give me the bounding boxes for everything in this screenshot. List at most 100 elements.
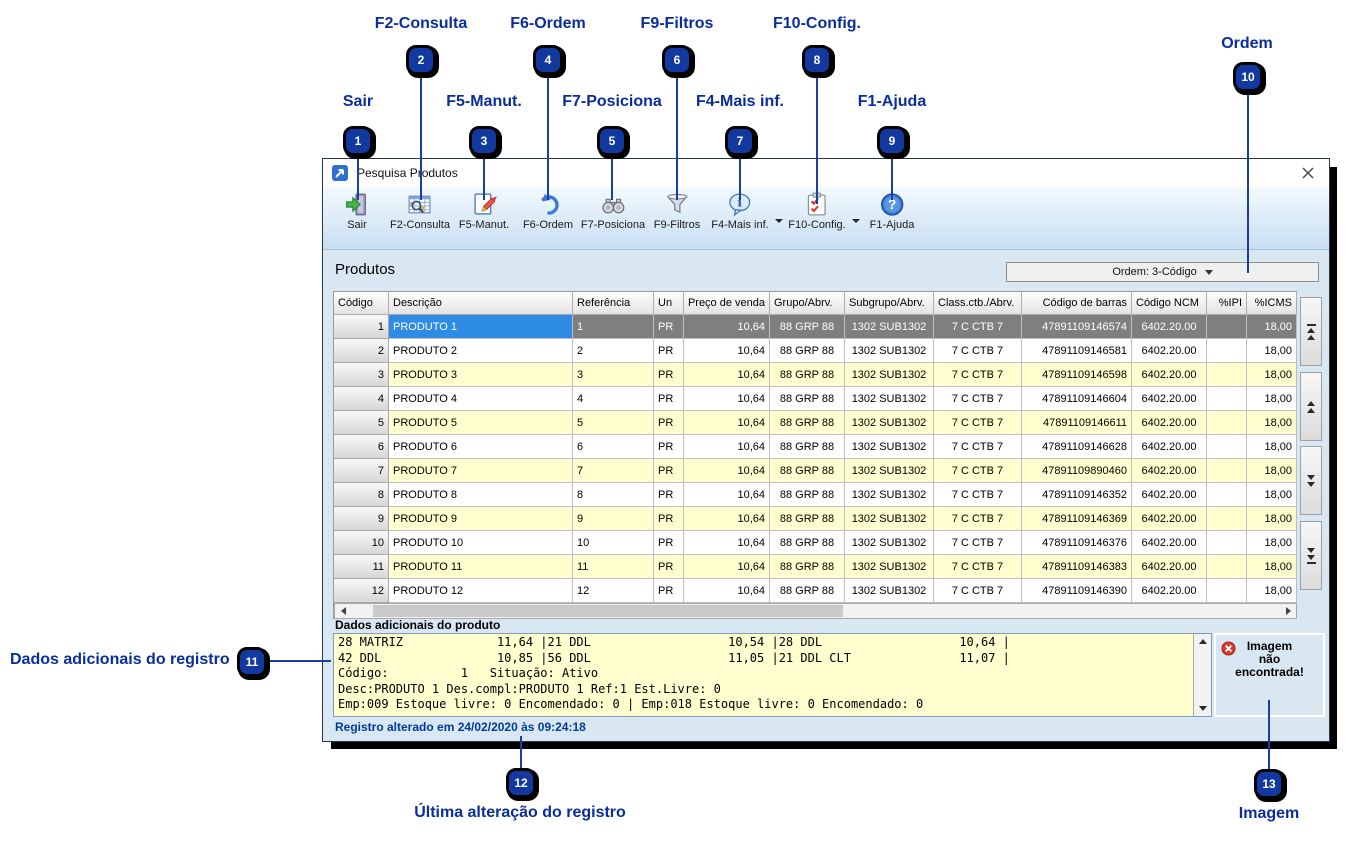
grid-cell[interactable]: 88 GRP 88 xyxy=(770,531,845,555)
grid-cell[interactable]: 1302 SUB1302 xyxy=(845,483,934,507)
row-selector-cell[interactable]: 7 xyxy=(334,459,389,483)
grid-cell[interactable]: 88 GRP 88 xyxy=(770,507,845,531)
grid-cell[interactable]: 47891109146598 xyxy=(1022,363,1132,387)
grid-cell[interactable]: 6 xyxy=(573,435,654,459)
column-header[interactable]: %IPI xyxy=(1207,292,1247,315)
grid-cell[interactable]: 10 xyxy=(573,531,654,555)
grid-cell[interactable]: 1302 SUB1302 xyxy=(845,387,934,411)
column-header[interactable]: Un xyxy=(654,292,684,315)
grid-cell[interactable]: 6402.20.00 xyxy=(1132,411,1207,435)
grid-cell[interactable]: PR xyxy=(654,507,684,531)
grid-cell[interactable]: 1302 SUB1302 xyxy=(845,411,934,435)
column-header[interactable]: Código de barras xyxy=(1022,292,1132,315)
grid-cell[interactable]: 2 xyxy=(573,339,654,363)
table-row[interactable]: 11 PRODUTO 11 11 PR 10,64 88 GRP 88 1302 SUB13… xyxy=(334,555,1297,579)
grid-cell[interactable]: 6402.20.00 xyxy=(1132,435,1207,459)
grid-cell[interactable]: PR xyxy=(654,339,684,363)
grid-cell[interactable]: 47891109146352 xyxy=(1022,483,1132,507)
scroll-down-icon[interactable] xyxy=(1194,701,1211,716)
grid-cell[interactable]: PRODUTO 3 xyxy=(389,363,573,387)
grid-cell[interactable]: 10,64 xyxy=(684,555,770,579)
grid-cell[interactable]: 6402.20.00 xyxy=(1132,459,1207,483)
grid-cell[interactable]: 7 C CTB 7 xyxy=(934,531,1022,555)
grid-cell[interactable]: 12 xyxy=(573,579,654,603)
scroll-right-icon[interactable] xyxy=(1280,604,1296,618)
grid-cell[interactable]: 18,00 xyxy=(1247,435,1297,459)
grid-cell[interactable]: 7 C CTB 7 xyxy=(934,459,1022,483)
grid-cell[interactable]: 10,64 xyxy=(684,339,770,363)
row-selector-cell[interactable]: 4 xyxy=(334,387,389,411)
grid-cell[interactable]: 18,00 xyxy=(1247,531,1297,555)
scroll-left-icon[interactable] xyxy=(335,604,351,618)
grid-cell[interactable] xyxy=(1207,411,1247,435)
grid-cell[interactable] xyxy=(1207,435,1247,459)
grid-cell[interactable] xyxy=(1207,339,1247,363)
grid-cell[interactable]: PRODUTO 1 xyxy=(389,315,573,339)
grid-cell[interactable]: 47891109146604 xyxy=(1022,387,1132,411)
grid-cell[interactable] xyxy=(1207,483,1247,507)
grid-cell[interactable]: PRODUTO 7 xyxy=(389,459,573,483)
grid-cell[interactable]: 1302 SUB1302 xyxy=(845,555,934,579)
table-row[interactable]: 7 PRODUTO 7 7 PR 10,64 88 GRP 88 1302 SUB1302 7… xyxy=(334,459,1297,483)
table-row[interactable]: 10 PRODUTO 10 10 PR 10,64 88 GRP 88 1302 SUB13… xyxy=(334,531,1297,555)
grid-cell[interactable]: 10,64 xyxy=(684,411,770,435)
grid-cell[interactable]: 18,00 xyxy=(1247,555,1297,579)
horizontal-scrollbar-thumb[interactable] xyxy=(373,605,843,617)
table-row[interactable]: 6 PRODUTO 6 6 PR 10,64 88 GRP 88 1302 SUB1302 7… xyxy=(334,435,1297,459)
grid-cell[interactable]: 47891109890460 xyxy=(1022,459,1132,483)
grid-cell[interactable]: 1302 SUB1302 xyxy=(845,315,934,339)
grid-cell[interactable]: 7 xyxy=(573,459,654,483)
column-header[interactable]: Grupo/Abrv. xyxy=(770,292,845,315)
grid-cell[interactable]: 88 GRP 88 xyxy=(770,387,845,411)
grid-cell[interactable]: 47891109146390 xyxy=(1022,579,1132,603)
column-header[interactable]: Referência xyxy=(573,292,654,315)
grid-cell[interactable]: 88 GRP 88 xyxy=(770,339,845,363)
grid-cell[interactable]: 88 GRP 88 xyxy=(770,435,845,459)
grid-cell[interactable]: PR xyxy=(654,531,684,555)
grid-cell[interactable]: 5 xyxy=(573,411,654,435)
grid-cell[interactable]: 6402.20.00 xyxy=(1132,315,1207,339)
row-selector-cell[interactable]: 5 xyxy=(334,411,389,435)
grid-cell[interactable]: 1302 SUB1302 xyxy=(845,363,934,387)
grid-cell[interactable]: 7 C CTB 7 xyxy=(934,411,1022,435)
close-icon[interactable] xyxy=(1297,163,1319,183)
grid-cell[interactable]: 7 C CTB 7 xyxy=(934,315,1022,339)
vertical-scrollbar[interactable] xyxy=(1193,634,1211,716)
grid-cell[interactable]: 18,00 xyxy=(1247,411,1297,435)
grid-cell[interactable]: 6402.20.00 xyxy=(1132,387,1207,411)
table-row[interactable]: 2 PRODUTO 2 2 PR 10,64 88 GRP 88 1302 SUB1302 7… xyxy=(334,339,1297,363)
grid-cell[interactable] xyxy=(1207,579,1247,603)
grid-cell[interactable]: 88 GRP 88 xyxy=(770,579,845,603)
page-down-button[interactable] xyxy=(1300,446,1322,515)
grid-cell[interactable]: 4 xyxy=(573,387,654,411)
grid-cell[interactable]: 47891109146383 xyxy=(1022,555,1132,579)
grid-cell[interactable]: 10,64 xyxy=(684,507,770,531)
table-row[interactable]: 5 PRODUTO 5 5 PR 10,64 88 GRP 88 1302 SUB1302 7… xyxy=(334,411,1297,435)
column-header[interactable]: Subgrupo/Abrv. xyxy=(845,292,934,315)
grid-cell[interactable]: 1302 SUB1302 xyxy=(845,435,934,459)
grid-cell[interactable]: PR xyxy=(654,579,684,603)
grid-cell[interactable]: 47891109146611 xyxy=(1022,411,1132,435)
grid-cell[interactable]: PR xyxy=(654,363,684,387)
grid-cell[interactable]: 7 C CTB 7 xyxy=(934,579,1022,603)
grid-cell[interactable]: 88 GRP 88 xyxy=(770,459,845,483)
grid-cell[interactable] xyxy=(1207,507,1247,531)
column-header[interactable]: Código NCM xyxy=(1132,292,1207,315)
row-selector-cell[interactable]: 10 xyxy=(334,531,389,555)
grid-cell[interactable]: 7 C CTB 7 xyxy=(934,435,1022,459)
grid-cell[interactable]: 47891109146628 xyxy=(1022,435,1132,459)
column-header[interactable]: %ICMS xyxy=(1247,292,1297,315)
grid-cell[interactable]: 7 C CTB 7 xyxy=(934,483,1022,507)
grid-cell[interactable]: 10,64 xyxy=(684,579,770,603)
config-dropdown-icon[interactable] xyxy=(852,219,860,223)
row-selector-cell[interactable]: 6 xyxy=(334,435,389,459)
table-row[interactable]: 12 PRODUTO 12 12 PR 10,64 88 GRP 88 1302 SUB13… xyxy=(334,579,1297,603)
grid-cell[interactable]: 9 xyxy=(573,507,654,531)
grid-cell[interactable]: 1 xyxy=(573,315,654,339)
grid-cell[interactable]: 7 C CTB 7 xyxy=(934,555,1022,579)
table-row[interactable]: 8 PRODUTO 8 8 PR 10,64 88 GRP 88 1302 SUB1302 7… xyxy=(334,483,1297,507)
grid-cell[interactable]: 6402.20.00 xyxy=(1132,363,1207,387)
row-selector-cell[interactable]: 2 xyxy=(334,339,389,363)
grid-cell[interactable]: 6402.20.00 xyxy=(1132,555,1207,579)
grid-cell[interactable]: 18,00 xyxy=(1247,579,1297,603)
